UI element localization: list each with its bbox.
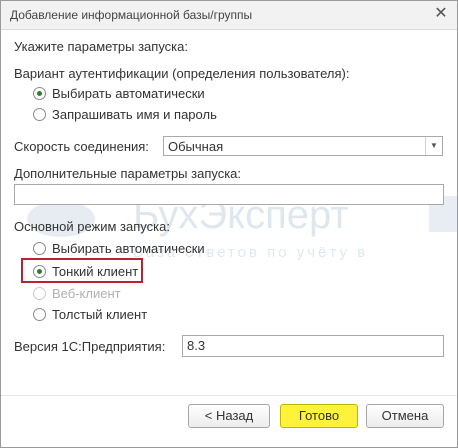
- mode-option-auto[interactable]: Выбирать автоматически: [33, 239, 205, 257]
- auth-option-auto[interactable]: Выбирать автоматически: [33, 84, 205, 102]
- extra-params-label: Дополнительные параметры запуска:: [14, 166, 242, 181]
- done-button[interactable]: Готово: [280, 404, 358, 428]
- speed-select-value: Обычная: [168, 139, 224, 154]
- speed-select[interactable]: Обычная ▼: [163, 136, 443, 156]
- cancel-button[interactable]: Отмена: [366, 404, 444, 428]
- mode-option-thick-client-label: Толстый клиент: [52, 306, 148, 322]
- mode-option-thick-client[interactable]: Толстый клиент: [33, 305, 147, 323]
- back-button[interactable]: < Назад: [188, 404, 270, 428]
- radio-button[interactable]: [33, 86, 46, 100]
- auth-option-ask-label: Запрашивать имя и пароль: [52, 106, 217, 122]
- chevron-down-icon[interactable]: ▼: [425, 137, 442, 155]
- auth-option-auto-label: Выбирать автоматически: [52, 85, 205, 101]
- dialog-title: Добавление информационной базы/группы: [10, 8, 253, 22]
- extra-params-input[interactable]: [14, 184, 444, 205]
- version-value: 8.3: [187, 338, 206, 353]
- mode-option-web-client-label: Веб-клиент: [52, 285, 121, 301]
- radio-button[interactable]: [33, 307, 46, 321]
- add-infobase-dialog: Добавление информационной базы/группы ✕ …: [0, 0, 458, 448]
- auth-label: Вариант аутентификации (определения поль…: [14, 66, 350, 81]
- mode-option-auto-label: Выбирать автоматически: [52, 240, 205, 256]
- radio-button[interactable]: [33, 241, 46, 255]
- launch-params-heading: Укажите параметры запуска:: [14, 39, 188, 54]
- auth-option-ask[interactable]: Запрашивать имя и пароль: [33, 105, 217, 123]
- version-label: Версия 1С:Предприятия:: [14, 339, 166, 354]
- footer-divider: [1, 395, 457, 396]
- speed-label: Скорость соединения:: [14, 139, 149, 154]
- radio-button[interactable]: [33, 107, 46, 121]
- highlight-annotation: [21, 258, 143, 283]
- mode-label: Основной режим запуска:: [14, 219, 170, 234]
- radio-button: [33, 286, 46, 300]
- close-icon[interactable]: ✕: [431, 4, 451, 24]
- title-bar: Добавление информационной базы/группы ✕: [1, 1, 457, 30]
- version-input[interactable]: 8.3: [182, 335, 444, 357]
- mode-option-web-client: Веб-клиент: [33, 284, 121, 302]
